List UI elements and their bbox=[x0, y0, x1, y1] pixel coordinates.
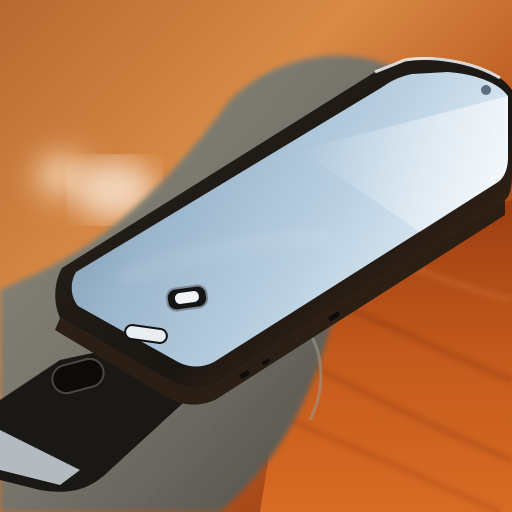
photo-illustration bbox=[0, 0, 512, 512]
front-camera-icon bbox=[481, 85, 491, 95]
photo-scene bbox=[0, 0, 512, 512]
